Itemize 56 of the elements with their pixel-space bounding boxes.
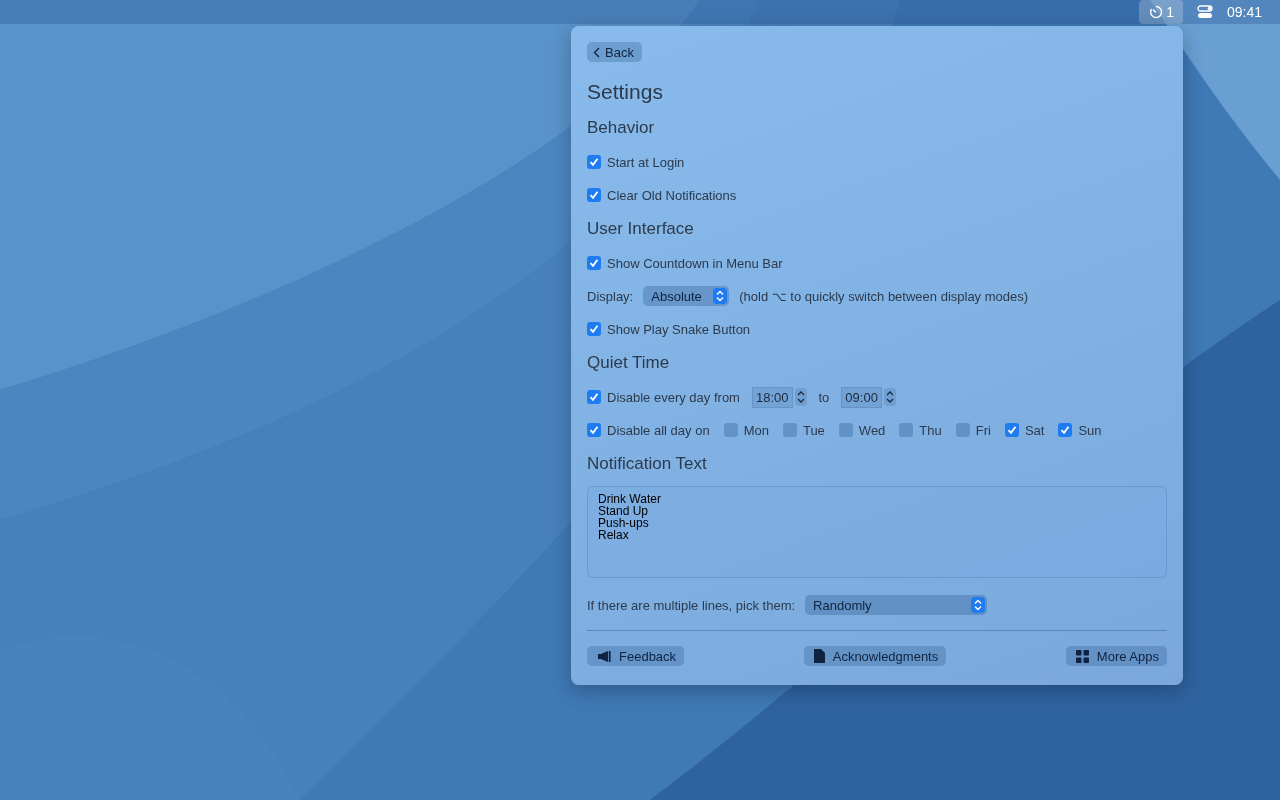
- hint-text: (hold ⌥ to quickly switch between display modes): [739, 288, 1029, 304]
- checkbox-label: Disable every day from: [607, 389, 740, 405]
- stepper-icon: [713, 288, 728, 304]
- day-label: Thu: [919, 422, 942, 438]
- time-field[interactable]: 18:00: [751, 386, 793, 408]
- time-field[interactable]: 09:00: [841, 386, 882, 408]
- page-title: Settings: [587, 80, 664, 104]
- stepper-icon[interactable]: [883, 388, 896, 406]
- day-checkbox[interactable]: [782, 423, 797, 437]
- clock-text: 09:41: [1226, 4, 1262, 20]
- stepper-icon[interactable]: [794, 388, 807, 406]
- document-icon: [813, 649, 825, 663]
- checkbox-label: Show Play Snake Button: [607, 321, 751, 337]
- checkbox[interactable]: [587, 155, 601, 169]
- day-checkbox[interactable]: [723, 423, 738, 437]
- footer-button[interactable]: Feedback: [587, 646, 685, 666]
- back-button[interactable]: Back: [587, 42, 642, 62]
- section-heading: Quiet Time: [587, 353, 671, 373]
- timer-menu-item[interactable]: 1: [1139, 0, 1183, 24]
- checkbox-label: Disable all day on: [607, 422, 710, 438]
- notification-text-field[interactable]: Drink Water Stand Up Push-ups Relax: [587, 486, 1167, 578]
- day-checkbox[interactable]: [1058, 423, 1073, 437]
- day-label: Mon: [743, 422, 769, 438]
- day-label: Sun: [1078, 422, 1102, 438]
- day-label: Wed: [858, 422, 886, 438]
- checkbox[interactable]: [587, 322, 601, 336]
- footer-button[interactable]: Acknowledgments: [803, 646, 947, 666]
- separator-text: to: [818, 389, 830, 405]
- checkbox[interactable]: [587, 256, 601, 270]
- footer-button[interactable]: More Apps: [1065, 646, 1167, 666]
- timer-icon: [1149, 5, 1164, 19]
- day-checkbox[interactable]: [899, 423, 914, 437]
- day-checkbox[interactable]: [838, 423, 853, 437]
- checkbox[interactable]: [587, 423, 601, 437]
- dropdown[interactable]: Absolute: [643, 286, 730, 306]
- checkbox[interactable]: [587, 188, 601, 202]
- checkbox[interactable]: [587, 390, 601, 404]
- section-heading: Behavior: [587, 118, 656, 138]
- checkbox-label: Show Countdown in Menu Bar: [607, 255, 783, 271]
- day-label: Tue: [802, 422, 825, 438]
- checkbox-label: Clear Old Notifications: [607, 187, 737, 203]
- field-label: Display:: [587, 288, 634, 304]
- checkbox-label: Start at Login: [607, 154, 685, 170]
- dropdown[interactable]: Randomly: [805, 595, 988, 615]
- chevron-icon: [593, 46, 600, 58]
- megaphone-icon: [597, 649, 611, 663]
- day-checkbox[interactable]: [1004, 423, 1019, 437]
- field-label: If there are multiple lines, pick them:: [587, 597, 796, 613]
- stepper-icon: [971, 597, 986, 613]
- day-label: Fri: [975, 422, 991, 438]
- day-label: Sat: [1024, 422, 1045, 438]
- grid-icon: [1075, 649, 1089, 663]
- section-heading: User Interface: [587, 219, 695, 239]
- day-checkbox[interactable]: [955, 423, 970, 437]
- toggle-icon[interactable]: [1196, 5, 1213, 19]
- section-heading: Notification Text: [587, 454, 708, 474]
